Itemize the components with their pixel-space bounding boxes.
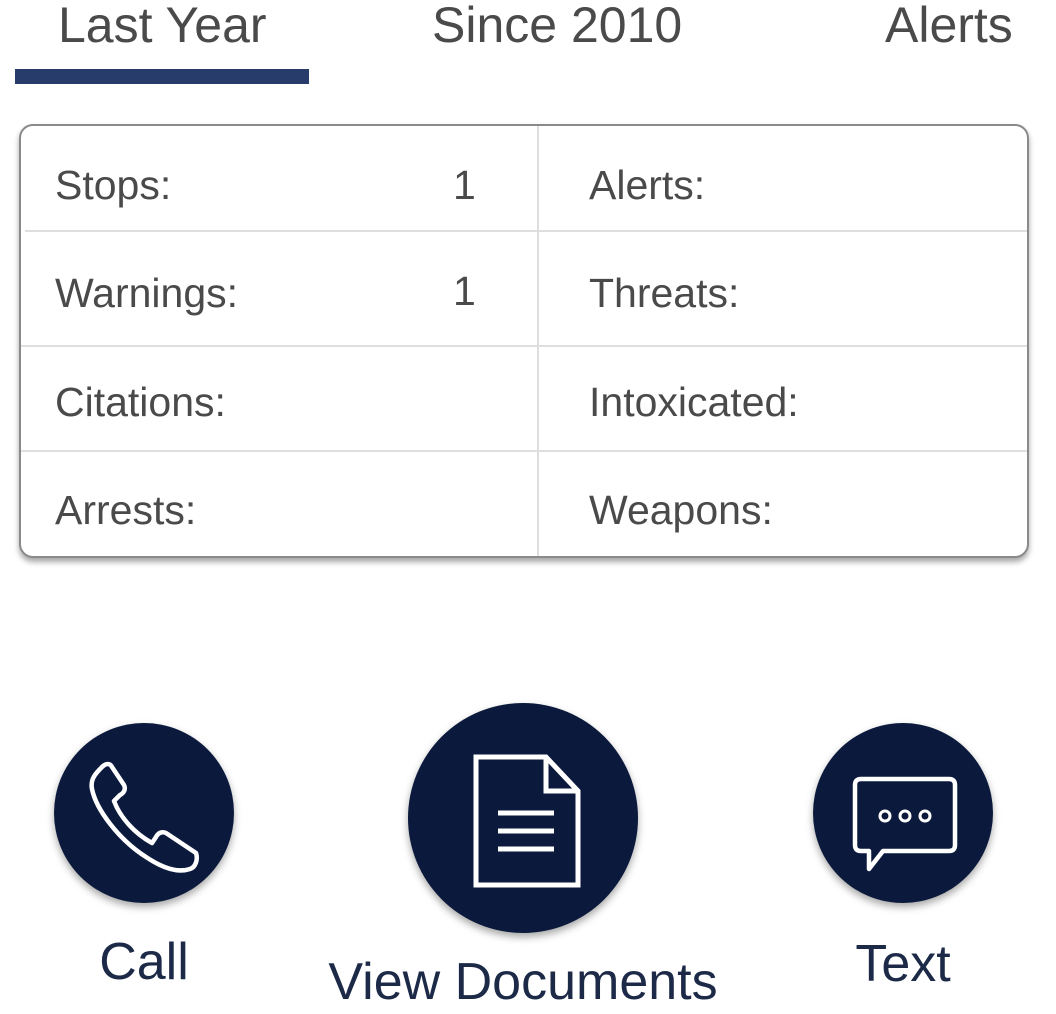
stops-label: Stops: (55, 162, 172, 208)
weapons-label: Weapons: (589, 487, 773, 533)
intoxicated-label: Intoxicated: (589, 379, 799, 425)
tab-last-year[interactable]: Last Year (58, 0, 267, 58)
view-documents-button[interactable] (408, 703, 638, 933)
call-button[interactable] (54, 723, 234, 903)
row-divider (25, 230, 1027, 232)
text-button[interactable] (813, 723, 993, 903)
row-divider (21, 450, 1027, 452)
arrests-label: Arrests: (55, 487, 197, 533)
active-tab-indicator (15, 69, 309, 84)
column-divider (537, 126, 539, 556)
row-divider (21, 345, 1027, 347)
call-label[interactable]: Call (54, 930, 234, 994)
document-icon (473, 754, 581, 888)
tab-since-2010[interactable]: Since 2010 (432, 0, 682, 58)
stops-value: 1 (453, 162, 476, 208)
warnings-value: 1 (453, 268, 476, 314)
citations-label: Citations: (55, 379, 226, 425)
threats-label: Threats: (589, 270, 740, 316)
stats-card: Stops: 1 Warnings: 1 Citations: Arrests:… (19, 124, 1029, 558)
warnings-label: Warnings: (55, 270, 239, 316)
chat-bubble-icon (852, 776, 958, 872)
alerts-label: Alerts: (589, 162, 706, 208)
tab-alerts[interactable]: Alerts (885, 0, 1013, 58)
view-documents-label[interactable]: View Documents (300, 950, 746, 1014)
phone-icon (89, 761, 199, 873)
text-label[interactable]: Text (813, 932, 993, 996)
